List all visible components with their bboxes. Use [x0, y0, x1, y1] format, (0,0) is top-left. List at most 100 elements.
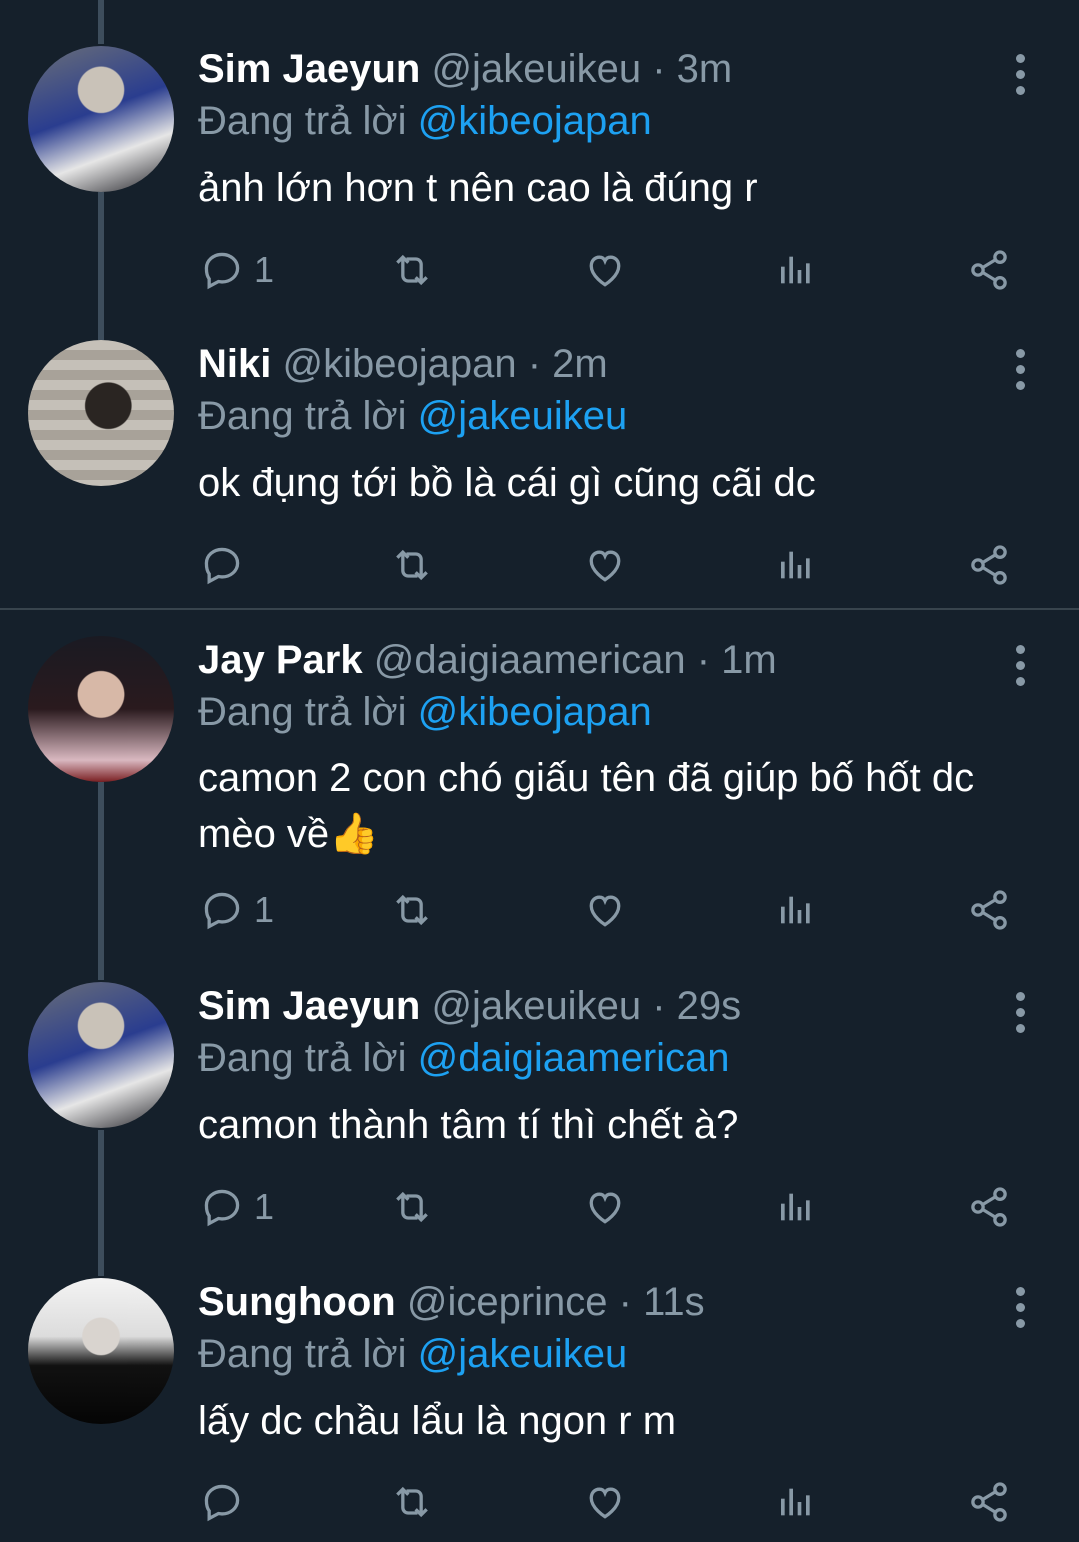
tweet-header: Sunghoon @iceprince · 11s [198, 1278, 705, 1326]
avatar[interactable] [28, 1278, 174, 1424]
like-button[interactable] [582, 1472, 628, 1532]
tweet[interactable]: Jay Park @daigiaamerican · 1m Đang trả l… [0, 610, 1079, 960]
reply-mention[interactable]: @jakeuikeu [418, 1332, 628, 1376]
analytics-icon [781, 256, 810, 284]
share-button[interactable] [966, 1472, 1012, 1532]
reply-prefix: Đang trả lời [198, 690, 407, 734]
like-button[interactable] [582, 880, 628, 940]
reply-context: Đang trả lời @daigiaamerican [198, 1034, 730, 1082]
reply-prefix: Đang trả lời [198, 99, 407, 143]
display-name[interactable]: Sunghoon [198, 1280, 396, 1324]
tweet[interactable]: Niki @kibeojapan · 2m Đang trả lời @jake… [0, 320, 1079, 610]
share-icon [971, 545, 1007, 585]
action-bar [0, 1472, 1079, 1532]
timestamp[interactable]: · 29s [652, 984, 741, 1028]
reply-icon [204, 1189, 240, 1227]
like-button[interactable] [582, 240, 628, 300]
display-name[interactable]: Sim Jaeyun [198, 984, 420, 1028]
reply-mention[interactable]: @kibeojapan [418, 690, 652, 734]
tweet-text: ok đụng tới bồ là cái gì cũng cãi dc [198, 461, 816, 505]
more-vertical-icon[interactable] [1010, 643, 1032, 693]
share-button[interactable] [966, 240, 1012, 300]
reply-count: 1 [254, 249, 275, 290]
timestamp[interactable]: · 2m [528, 342, 608, 386]
heart-icon [589, 895, 621, 927]
reply-button[interactable]: 1 [200, 1177, 290, 1237]
retweet-button[interactable] [388, 1177, 436, 1237]
tweet-text: ảnh lớn hơn t nên cao là đúng r [198, 166, 758, 210]
more-vertical-icon[interactable] [1010, 347, 1032, 397]
share-icon [971, 250, 1007, 290]
timestamp[interactable]: · 3m [652, 47, 732, 91]
tweet[interactable]: Sim Jaeyun @jakeuikeu · 29s Đang trả lời… [0, 960, 1079, 1260]
analytics-button[interactable] [776, 880, 816, 940]
handle[interactable]: @jakeuikeu [431, 984, 641, 1028]
tweet-text: camon thành tâm tí thì chết à? [198, 1103, 739, 1147]
retweet-icon [396, 254, 428, 286]
display-name[interactable]: Jay Park [198, 638, 363, 682]
share-button[interactable] [966, 880, 1012, 940]
heart-icon [589, 550, 621, 582]
action-bar: 1 [0, 1177, 1079, 1237]
share-button[interactable] [966, 535, 1012, 595]
more-vertical-icon[interactable] [1010, 990, 1032, 1040]
avatar[interactable] [28, 340, 174, 486]
tweet-header: Jay Park @daigiaamerican · 1m [198, 636, 777, 684]
analytics-icon [781, 551, 810, 579]
more-vertical-icon[interactable] [1010, 1285, 1032, 1335]
reply-mention[interactable]: @kibeojapan [418, 99, 652, 143]
retweet-icon [396, 549, 428, 581]
tweet[interactable]: Sunghoon @iceprince · 11s Đang trả lời @… [0, 1260, 1079, 1542]
analytics-button[interactable] [776, 1177, 816, 1237]
more-vertical-icon[interactable] [1010, 52, 1032, 102]
tweet-header: Niki @kibeojapan · 2m [198, 340, 608, 388]
reply-button[interactable] [200, 1472, 290, 1532]
analytics-button[interactable] [776, 1472, 816, 1532]
reply-count: 1 [254, 1186, 275, 1227]
retweet-button[interactable] [388, 880, 436, 940]
share-button[interactable] [966, 1177, 1012, 1237]
timestamp[interactable]: · 11s [619, 1280, 705, 1324]
retweet-button[interactable] [388, 535, 436, 595]
reply-button[interactable]: 1 [200, 880, 290, 940]
like-button[interactable] [582, 535, 628, 595]
tweet-text: lấy dc chầu lẩu là ngon r m [198, 1399, 677, 1443]
retweet-button[interactable] [388, 240, 436, 300]
analytics-icon [781, 1193, 810, 1221]
retweet-icon [396, 1191, 428, 1223]
share-icon [971, 890, 1007, 930]
reply-context: Đang trả lời @jakeuikeu [198, 392, 627, 440]
reply-icon [204, 547, 240, 585]
tweet-text: camon 2 con chó giấu tên đã giúp bố hốt … [198, 756, 975, 856]
action-bar [0, 535, 1079, 595]
reply-count: 1 [254, 889, 275, 930]
reply-context: Đang trả lời @kibeojapan [198, 688, 652, 736]
timestamp[interactable]: · 1m [697, 638, 777, 682]
handle[interactable]: @daigiaamerican [374, 638, 686, 682]
handle[interactable]: @iceprince [407, 1280, 608, 1324]
tweet-header: Sim Jaeyun @jakeuikeu · 3m [198, 45, 732, 93]
reply-prefix: Đang trả lời [198, 1036, 407, 1080]
reply-button[interactable]: 1 [200, 240, 290, 300]
tweet[interactable]: Sim Jaeyun @jakeuikeu · 3m Đang trả lời … [0, 0, 1079, 320]
retweet-button[interactable] [388, 1472, 436, 1532]
like-button[interactable] [582, 1177, 628, 1237]
analytics-button[interactable] [776, 240, 816, 300]
handle[interactable]: @jakeuikeu [431, 47, 641, 91]
analytics-icon [781, 1488, 810, 1516]
avatar[interactable] [28, 636, 174, 782]
analytics-button[interactable] [776, 535, 816, 595]
analytics-icon [781, 896, 810, 924]
reply-mention[interactable]: @jakeuikeu [418, 394, 628, 438]
avatar[interactable] [28, 46, 174, 192]
reply-mention[interactable]: @daigiaamerican [418, 1036, 730, 1080]
avatar[interactable] [28, 982, 174, 1128]
reply-button[interactable] [200, 535, 290, 595]
heart-icon [589, 255, 621, 287]
share-icon [971, 1187, 1007, 1227]
handle[interactable]: @kibeojapan [282, 342, 516, 386]
display-name[interactable]: Sim Jaeyun [198, 47, 420, 91]
reply-prefix: Đang trả lời [198, 394, 407, 438]
reply-icon [204, 252, 240, 290]
display-name[interactable]: Niki [198, 342, 271, 386]
